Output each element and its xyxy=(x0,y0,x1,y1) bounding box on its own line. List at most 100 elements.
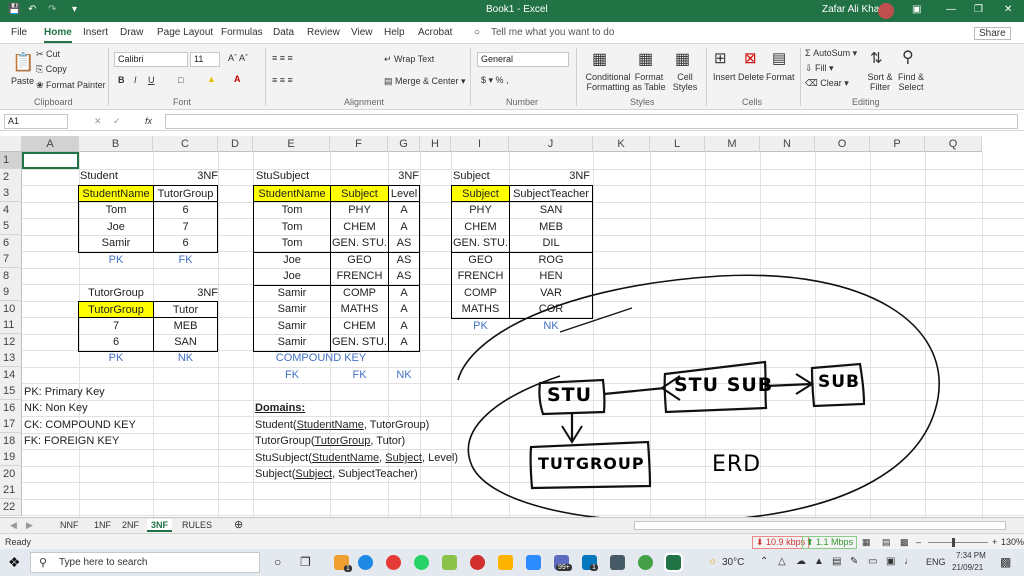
app-icon[interactable] xyxy=(442,555,457,570)
worksheet-grid[interactable]: ABCDEFGHIJKLMNOPQ 1 2 3 4 5 6 7 8 9 10 11 12 13 14 15 1… xyxy=(0,136,1024,517)
wrap-text-button[interactable]: ↵ Wrap Text xyxy=(384,54,434,65)
paste-button[interactable]: Paste xyxy=(11,76,34,86)
excel-icon[interactable] xyxy=(664,553,683,572)
paste-icon[interactable]: 📋 xyxy=(12,52,34,73)
volume-icon[interactable]: ♩ xyxy=(904,556,914,567)
tray-chevron-icon[interactable]: ⌃ xyxy=(760,556,768,567)
format-painter-button[interactable]: ❀ Format Painter xyxy=(36,80,106,91)
sheet-tab-rules[interactable]: RULES xyxy=(178,519,216,532)
task-view-icon[interactable]: ❐ xyxy=(300,555,311,569)
find-icon[interactable]: ⚲ xyxy=(902,47,914,67)
zoom-thumb[interactable] xyxy=(952,538,955,547)
conditional-formatting-icon[interactable]: ▦ xyxy=(592,49,607,69)
camera-icon[interactable]: ▣ xyxy=(886,556,895,567)
ribbon-display-icon[interactable]: ▣ xyxy=(912,4,921,15)
tab-review[interactable]: Review xyxy=(307,27,340,38)
clear-button[interactable]: ⌫ Clear ▾ xyxy=(805,78,849,89)
redo-icon[interactable]: ↷ xyxy=(48,4,56,15)
language-indicator[interactable]: ENG xyxy=(926,557,946,567)
network-icon[interactable]: △ xyxy=(778,556,786,567)
file-explorer-icon[interactable] xyxy=(498,555,513,570)
align-top-icon[interactable]: ≡ ≡ ≡ xyxy=(272,53,293,63)
zoom-slider[interactable] xyxy=(928,542,988,543)
align-left-icon[interactable]: ≡ ≡ ≡ xyxy=(272,75,293,85)
borders-icon[interactable]: □ xyxy=(178,75,183,85)
whatsapp-icon[interactable] xyxy=(414,555,429,570)
zoom-out-icon[interactable]: – xyxy=(916,537,921,547)
format-cells-button[interactable]: Format xyxy=(766,72,795,82)
format-table-icon[interactable]: ▦ xyxy=(638,49,653,69)
cell-styles-icon[interactable]: ▦ xyxy=(675,49,690,69)
restore-icon[interactable]: ❐ xyxy=(974,4,983,15)
tab-home[interactable]: Home xyxy=(44,27,72,43)
tab-page-layout[interactable]: Page Layout xyxy=(157,27,213,38)
close-icon[interactable]: ✕ xyxy=(1004,4,1012,15)
tell-me-input[interactable]: Tell me what you want to do xyxy=(491,27,614,38)
insert-cells-icon[interactable]: ⊞ xyxy=(714,49,727,67)
whatsapp-desktop-icon[interactable] xyxy=(638,555,653,570)
undo-icon[interactable]: ↶ xyxy=(28,4,36,15)
avatar[interactable] xyxy=(878,3,894,19)
taskbar-search-box[interactable]: ⚲ Type here to search xyxy=(30,552,260,573)
edge-icon[interactable] xyxy=(358,555,373,570)
bold-button[interactable]: B xyxy=(118,75,125,85)
clock-date[interactable]: 21/09/21 xyxy=(952,563,983,572)
sheet-tab-nnf[interactable]: NNF xyxy=(56,519,83,532)
cut-button[interactable]: ✂ Cut xyxy=(36,49,60,60)
quick-access-icon[interactable]: ▾ xyxy=(72,4,77,15)
tab-help[interactable]: Help xyxy=(384,27,405,38)
sheet-tab-2nf[interactable]: 2NF xyxy=(118,519,143,532)
insert-cells-button[interactable]: Insert xyxy=(713,72,736,82)
font-size-select[interactable]: 11 xyxy=(190,52,220,67)
page-break-view-icon[interactable]: ▩ xyxy=(900,537,909,548)
tab-view[interactable]: View xyxy=(351,27,373,38)
formula-input[interactable] xyxy=(165,114,1018,129)
share-button[interactable]: Share xyxy=(974,27,1011,40)
tab-acrobat[interactable]: Acrobat xyxy=(418,27,452,38)
merge-center-button[interactable]: ▤ Merge & Center ▾ xyxy=(384,76,466,87)
sort-filter-icon[interactable]: ⇅ xyxy=(870,49,883,67)
fill-color-icon[interactable]: ▲ xyxy=(207,74,216,84)
weather-icon[interactable]: ☼ xyxy=(708,556,717,567)
notifications-icon[interactable]: ▩ xyxy=(1000,555,1011,569)
tab-file[interactable]: File xyxy=(11,27,27,38)
zoom-level[interactable]: 130% xyxy=(1001,537,1024,547)
normal-view-icon[interactable]: ▦ xyxy=(862,537,871,548)
name-box[interactable]: A1 xyxy=(4,114,68,129)
delete-cells-icon[interactable]: ⊠ xyxy=(744,49,757,67)
minimize-icon[interactable]: — xyxy=(946,4,956,15)
font-color-icon[interactable]: A xyxy=(234,74,241,84)
autosum-button[interactable]: Σ AutoSum ▾ xyxy=(805,48,857,59)
battery-icon[interactable]: ▭ xyxy=(868,556,877,567)
acrobat-icon[interactable] xyxy=(470,555,485,570)
pen-icon[interactable]: ✎ xyxy=(850,556,858,567)
find-select-button[interactable]: Find & Select xyxy=(895,72,927,92)
tab-insert[interactable]: Insert xyxy=(83,27,108,38)
folder-icon[interactable]: ▤ xyxy=(832,556,841,567)
horizontal-scrollbar[interactable] xyxy=(634,521,1006,530)
tab-data[interactable]: Data xyxy=(273,27,294,38)
clock-time[interactable]: 7:34 PM xyxy=(956,551,986,560)
sheet-tab-1nf[interactable]: 1NF xyxy=(90,519,115,532)
fill-button[interactable]: ⇩ Fill ▾ xyxy=(805,63,834,74)
cell-styles-button[interactable]: Cell Styles xyxy=(668,72,702,92)
format-cells-icon[interactable]: ▤ xyxy=(772,49,786,67)
underline-button[interactable]: U xyxy=(148,75,155,85)
page-layout-view-icon[interactable]: ▤ xyxy=(882,537,891,548)
insert-function-icon[interactable]: fx xyxy=(145,116,152,126)
sort-filter-button[interactable]: Sort & Filter xyxy=(864,72,896,92)
shield-icon[interactable]: ▲ xyxy=(814,556,824,567)
save-icon[interactable]: 💾 xyxy=(8,4,20,15)
format-as-table-button[interactable]: Format as Table xyxy=(630,72,668,92)
chrome-icon[interactable] xyxy=(386,555,401,570)
windows-start-icon[interactable]: ❖ xyxy=(8,554,21,571)
font-grow-icon[interactable]: Aˆ Aˇ xyxy=(228,53,248,63)
app-icon[interactable] xyxy=(610,555,625,570)
tab-draw[interactable]: Draw xyxy=(120,27,143,38)
zoom-in-icon[interactable]: + xyxy=(992,537,997,547)
copy-button[interactable]: ⎘ Copy xyxy=(36,64,67,75)
tab-formulas[interactable]: Formulas xyxy=(221,27,263,38)
italic-button[interactable]: I xyxy=(134,75,137,85)
confirm-icon[interactable]: ✓ xyxy=(113,116,121,127)
zoom-icon[interactable] xyxy=(526,555,541,570)
